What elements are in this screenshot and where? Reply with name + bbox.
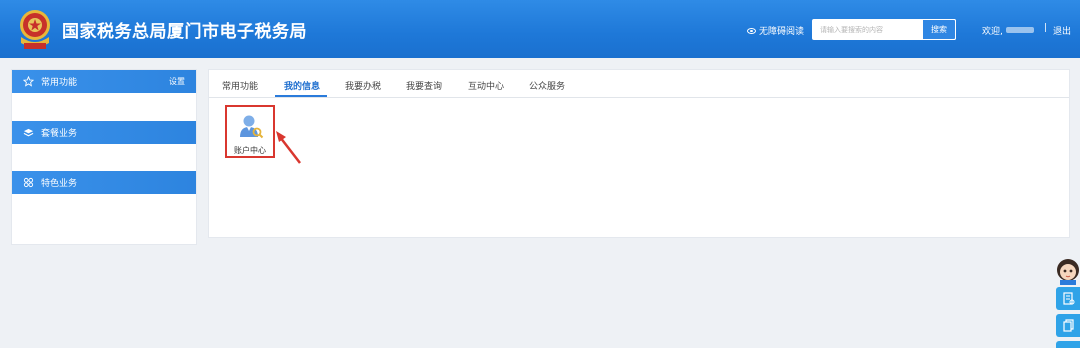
username-redacted [1006,27,1034,33]
float-more-button[interactable] [1056,341,1080,348]
float-copy-button[interactable] [1056,314,1080,337]
avatar-assistant-icon[interactable] [1054,257,1080,285]
accessibility-link[interactable]: 无障碍阅读 [747,24,804,37]
layers-icon [22,127,34,139]
tab-my-info[interactable]: 我的信息 [284,79,320,92]
settings-link[interactable]: 设置 [169,76,185,87]
search-box: 搜索 [812,19,956,40]
sidebar-section-package[interactable]: 套餐业务 [12,121,196,144]
welcome-text: 欢迎, [982,27,1003,37]
account-center-tile[interactable]: 账户中心 [225,105,275,158]
document-icon [1062,292,1074,305]
search-button[interactable]: 搜索 [922,19,956,40]
header-bar: 国家税务总局厦门市电子税务局 无障碍阅读 搜索 欢迎, | 退出 [0,0,1080,58]
sidebar-section-common[interactable]: 常用功能 设置 [12,70,196,93]
sidebar: 常用功能 设置 套餐业务 特色业务 [11,69,197,245]
tab-interaction-center[interactable]: 互动中心 [468,79,504,92]
tab-tax-handling[interactable]: 我要办税 [345,79,381,92]
search-input[interactable] [812,19,922,40]
main-panel: 常用功能 我的信息 我要办税 我要查询 互动中心 公众服务 账户中心 [208,69,1070,238]
tab-public-service[interactable]: 公众服务 [529,79,565,92]
annotation-arrow-icon [276,131,301,164]
float-document-button[interactable] [1056,287,1080,310]
site-title: 国家税务总局厦门市电子税务局 [62,22,307,42]
accessibility-label: 无障碍阅读 [759,27,805,37]
account-center-label: 账户中心 [234,146,266,155]
tab-common-functions[interactable]: 常用功能 [222,79,258,92]
sidebar-section-label: 常用功能 [41,78,78,88]
logout-link[interactable]: 退出 [1053,24,1071,37]
tab-bar: 常用功能 我的信息 我要办税 我要查询 互动中心 公众服务 [209,70,1069,98]
tax-emblem-logo [20,10,50,49]
sidebar-section-label: 特色业务 [41,179,78,189]
sidebar-section-label: 套餐业务 [41,129,78,139]
sidebar-section-special[interactable]: 特色业务 [12,171,196,194]
grid-icon [22,177,34,189]
star-icon [22,76,34,88]
account-user-icon [240,115,264,139]
copy-icon [1062,319,1074,332]
header-separator: | [1044,23,1048,33]
active-tab-indicator [275,95,327,97]
tab-query[interactable]: 我要查询 [406,79,442,92]
eye-icon [747,27,756,34]
